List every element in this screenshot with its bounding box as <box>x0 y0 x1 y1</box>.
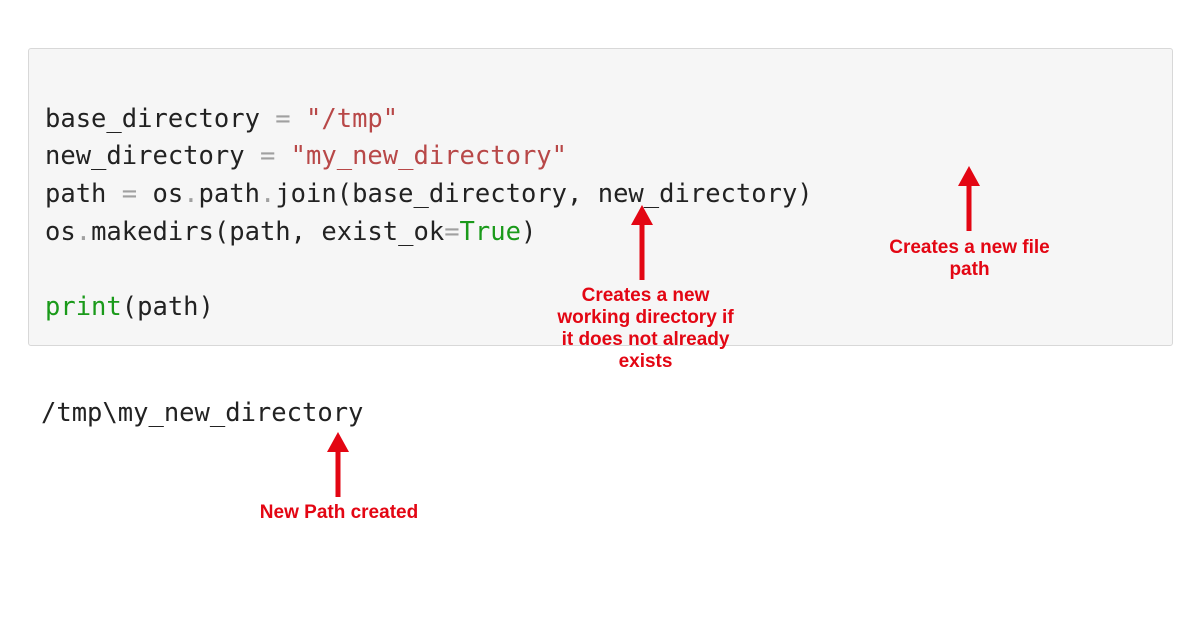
annotation-makedirs: Creates a new working directory if it do… <box>548 285 743 372</box>
arrow-makedirs-icon <box>627 205 657 280</box>
code-line-1: base_directory = "/tmp" <box>45 104 398 134</box>
arrow-join-icon <box>954 166 984 231</box>
code-line-4: os.makedirs(path, exist_ok=True) <box>45 217 536 247</box>
arrow-newpath-icon <box>323 432 353 497</box>
code-line-3: path = os.path.join(base_directory, new_… <box>45 179 813 209</box>
annotation-newpath: New Path created <box>254 502 424 524</box>
code-line-2: new_directory = "my_new_directory" <box>45 141 567 171</box>
code-line-5: print(path) <box>45 292 214 322</box>
annotation-join: Creates a new file path <box>877 237 1062 281</box>
output-text: /tmp\my_new_directory <box>41 398 363 428</box>
